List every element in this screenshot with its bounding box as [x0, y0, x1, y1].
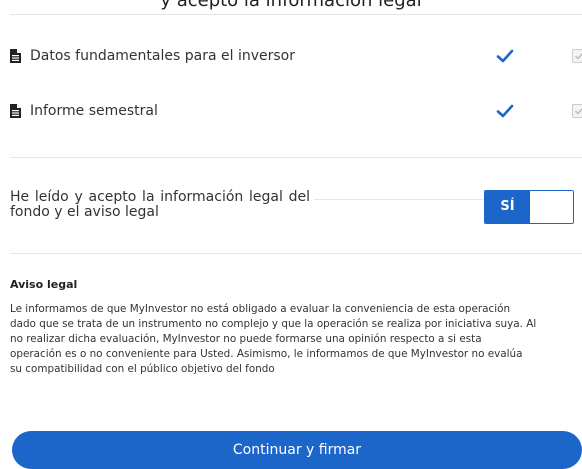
divider-lower: [10, 253, 582, 254]
checkbox-check-icon: [575, 108, 582, 115]
legal-acceptance-toggle[interactable]: SÍ: [484, 190, 574, 224]
aviso-legal-line: operación es o no conveniente para Usted…: [10, 348, 523, 360]
checkbox-check-icon: [575, 53, 582, 60]
aviso-legal-text: Le informamos de que MyInvestor no está …: [10, 302, 582, 377]
document-icon: [10, 104, 21, 118]
aviso-legal-line: no realizar dicha evaluación, MyInvestor…: [10, 333, 482, 345]
legal-acceptance-label: He leído y acepto la información legal d…: [10, 190, 314, 220]
divider-top: [10, 14, 582, 15]
aviso-legal-line: su compatibilidad con el público objetiv…: [10, 363, 275, 375]
toggle-on-option[interactable]: SÍ: [485, 191, 530, 223]
header-partial-text: y acepto la información legal: [160, 0, 422, 11]
document-row-kiid[interactable]: Datos fundamentales para el inversor: [10, 45, 582, 69]
document-checkbox[interactable]: [572, 49, 582, 63]
aviso-legal-line: Le informamos de que MyInvestor no está …: [10, 303, 511, 315]
document-row-semestral[interactable]: Informe semestral: [10, 100, 582, 124]
check-icon: [496, 49, 514, 63]
document-checkbox[interactable]: [572, 104, 582, 118]
check-icon: [496, 104, 514, 118]
aviso-legal-line: dado que se trata de un instrumento no c…: [10, 318, 537, 330]
document-label[interactable]: Datos fundamentales para el inversor: [30, 47, 295, 65]
toggle-off-option[interactable]: [530, 191, 573, 223]
document-icon: [10, 49, 21, 63]
continue-sign-button[interactable]: Continuar y firmar: [12, 431, 582, 469]
document-label[interactable]: Informe semestral: [30, 102, 158, 120]
aviso-legal-heading: Aviso legal: [10, 278, 78, 291]
divider-middle: [10, 157, 582, 158]
